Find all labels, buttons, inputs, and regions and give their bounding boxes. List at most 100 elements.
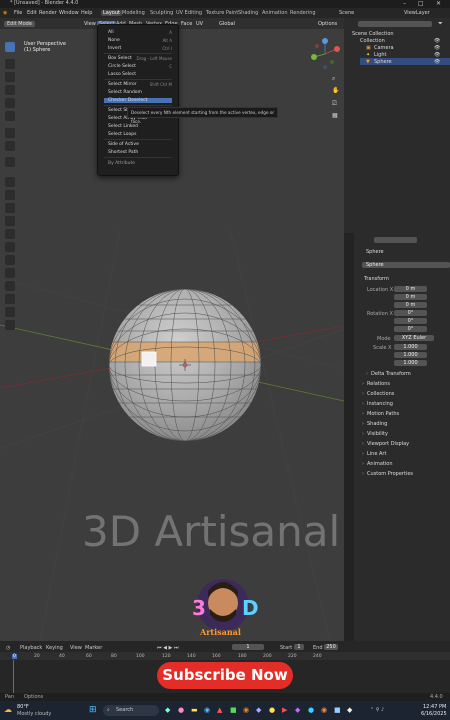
tab-modeling[interactable]: Modeling xyxy=(122,10,145,16)
menu-keying[interactable]: Keying xyxy=(46,645,63,651)
poly-build-tool[interactable] xyxy=(5,242,15,252)
properties-search-input[interactable] xyxy=(374,237,417,243)
location-y-field[interactable]: 0 m xyxy=(394,294,427,300)
visibility-eye-icon[interactable]: 👁 xyxy=(434,45,440,51)
shear-tool[interactable] xyxy=(5,307,15,317)
menu-uv[interactable]: UV xyxy=(196,21,203,27)
zoom-icon[interactable]: ⌕ xyxy=(332,75,335,83)
menu-item-select-loops[interactable]: Select Loops xyxy=(108,132,136,137)
transform-orientation-dropdown[interactable]: Global xyxy=(219,21,235,27)
menu-file[interactable]: File xyxy=(14,10,22,16)
menu-window[interactable]: Window xyxy=(59,10,79,16)
location-z-field[interactable]: 0 m xyxy=(394,302,427,308)
weather-icon[interactable]: ☁ xyxy=(4,705,12,714)
tab-uv-editing[interactable]: UV Editing xyxy=(176,10,202,16)
weather-desc[interactable]: Mostly cloudy xyxy=(17,712,51,717)
measure-tool[interactable] xyxy=(5,141,15,151)
tab-shading[interactable]: Shading xyxy=(238,10,258,16)
delta-transform-section[interactable]: Delta Transform xyxy=(366,371,411,377)
scale-y-field[interactable]: 1.000 xyxy=(394,352,427,358)
menu-item-by-attribute[interactable]: By Attribute xyxy=(108,161,135,166)
animation-section[interactable]: Animation xyxy=(362,461,393,467)
menu-item-circle-select[interactable]: Circle Select xyxy=(108,64,136,69)
knife-tool[interactable] xyxy=(5,229,15,239)
rotation-z-field[interactable]: 0° xyxy=(394,326,427,332)
cursor-tool[interactable] xyxy=(5,59,15,69)
move-tool[interactable] xyxy=(5,72,15,82)
scale-x-field[interactable]: 1.000 xyxy=(394,344,427,350)
object-name-field[interactable]: Sphere xyxy=(362,262,450,268)
rotate-tool[interactable] xyxy=(5,85,15,95)
blender-logo-icon[interactable]: ◉ xyxy=(3,10,7,16)
rotation-x-field[interactable]: 0° xyxy=(394,310,427,316)
playback-controls[interactable]: ⏮ ◀ ▶ ⏭ xyxy=(157,645,178,651)
taskbar-app-icon[interactable]: ◉ xyxy=(243,706,249,714)
outliner-item-sphere[interactable]: Sphere xyxy=(374,59,392,65)
visibility-eye-icon[interactable]: 👁 xyxy=(434,59,440,65)
viewport-display-section[interactable]: Viewport Display xyxy=(362,441,409,447)
menu-item-side-of-active[interactable]: Side of Active xyxy=(108,142,139,147)
menu-help[interactable]: Help xyxy=(81,10,92,16)
weather-temp[interactable]: 80°F xyxy=(17,705,29,710)
taskbar-app-icon[interactable]: ◆ xyxy=(347,706,352,714)
relations-section[interactable]: Relations xyxy=(362,381,390,387)
scale-z-field[interactable]: 1.000 xyxy=(394,360,427,366)
collections-section[interactable]: Collections xyxy=(362,391,394,397)
scene-selector[interactable]: Scene xyxy=(339,10,354,16)
tab-texture-paint[interactable]: Texture Paint xyxy=(206,10,238,16)
select-box-tool[interactable] xyxy=(5,42,15,52)
menu-item-shortest-path[interactable]: Shortest Path xyxy=(108,150,138,155)
taskbar-app-icon[interactable]: ▲ xyxy=(217,706,222,714)
extrude-tool[interactable] xyxy=(5,177,15,187)
options-dropdown[interactable]: Options xyxy=(318,21,337,27)
current-frame-field[interactable]: 1 xyxy=(232,644,264,650)
motion-paths-section[interactable]: Motion Paths xyxy=(362,411,399,417)
menu-item-select-mirror[interactable]: Select Mirror xyxy=(108,82,137,87)
menu-item-none[interactable]: None xyxy=(108,38,120,43)
maximize-icon[interactable]: □ xyxy=(418,0,424,7)
transform-tool[interactable] xyxy=(5,111,15,121)
taskbar-app-icon[interactable]: ◆ xyxy=(256,706,261,714)
shading-section[interactable]: Shading xyxy=(362,421,387,427)
instancing-section[interactable]: Instancing xyxy=(362,401,393,407)
timeline-editor-icon[interactable]: ◷ xyxy=(6,645,10,651)
menu-item-all[interactable]: All xyxy=(108,30,114,35)
menu-item-lasso-select[interactable]: Lasso Select xyxy=(108,72,136,77)
visibility-section[interactable]: Visibility xyxy=(362,431,388,437)
menu-item-box-select[interactable]: Box Select xyxy=(108,56,132,61)
taskbar-search-box[interactable]: ⌕ Search xyxy=(103,705,159,716)
menu-render[interactable]: Render xyxy=(39,10,57,16)
taskbar-app-icon[interactable]: ◆ xyxy=(295,706,300,714)
taskbar-app-icon[interactable]: ◉ xyxy=(204,706,210,714)
taskbar-app-icon[interactable]: ■ xyxy=(334,706,341,714)
menu-face[interactable]: Face xyxy=(181,21,192,27)
taskbar-app-icon[interactable]: ■ xyxy=(230,706,237,714)
camera-view-icon[interactable]: ⎚ xyxy=(332,100,337,108)
taskbar-app-icon[interactable]: ● xyxy=(308,706,314,714)
collection-label[interactable]: Collection xyxy=(360,38,385,44)
rotation-y-field[interactable]: 0° xyxy=(394,318,427,324)
visibility-eye-icon[interactable]: 👁 xyxy=(434,52,440,58)
smooth-tool[interactable] xyxy=(5,268,15,278)
end-frame-field[interactable]: 250 xyxy=(324,644,338,650)
add-cube-tool[interactable] xyxy=(5,157,15,167)
scale-tool[interactable] xyxy=(5,98,15,108)
spin-tool[interactable] xyxy=(5,255,15,265)
taskbar-app-icon[interactable]: ◉ xyxy=(321,706,327,714)
custom-properties-section[interactable]: Custom Properties xyxy=(362,471,413,477)
playhead-line[interactable] xyxy=(13,660,14,693)
tab-layout[interactable]: Layout xyxy=(101,10,122,16)
loop-cut-tool[interactable] xyxy=(5,216,15,226)
menu-view[interactable]: View xyxy=(84,21,96,27)
minimize-icon[interactable]: – xyxy=(403,0,406,7)
tab-rendering[interactable]: Rendering xyxy=(290,10,316,16)
close-icon[interactable]: ✕ xyxy=(436,0,441,7)
view-layer-selector[interactable]: ViewLayer xyxy=(404,10,430,16)
clock-time[interactable]: 12:47 PM xyxy=(423,705,446,710)
location-x-field[interactable]: 0 m xyxy=(394,286,427,292)
shrink-fatten-tool[interactable] xyxy=(5,294,15,304)
menu-item-invert[interactable]: Invert xyxy=(108,46,121,51)
annotate-tool[interactable] xyxy=(5,128,15,138)
windows-start-icon[interactable]: ⊞ xyxy=(89,705,97,715)
outliner-search-input[interactable] xyxy=(358,21,432,27)
